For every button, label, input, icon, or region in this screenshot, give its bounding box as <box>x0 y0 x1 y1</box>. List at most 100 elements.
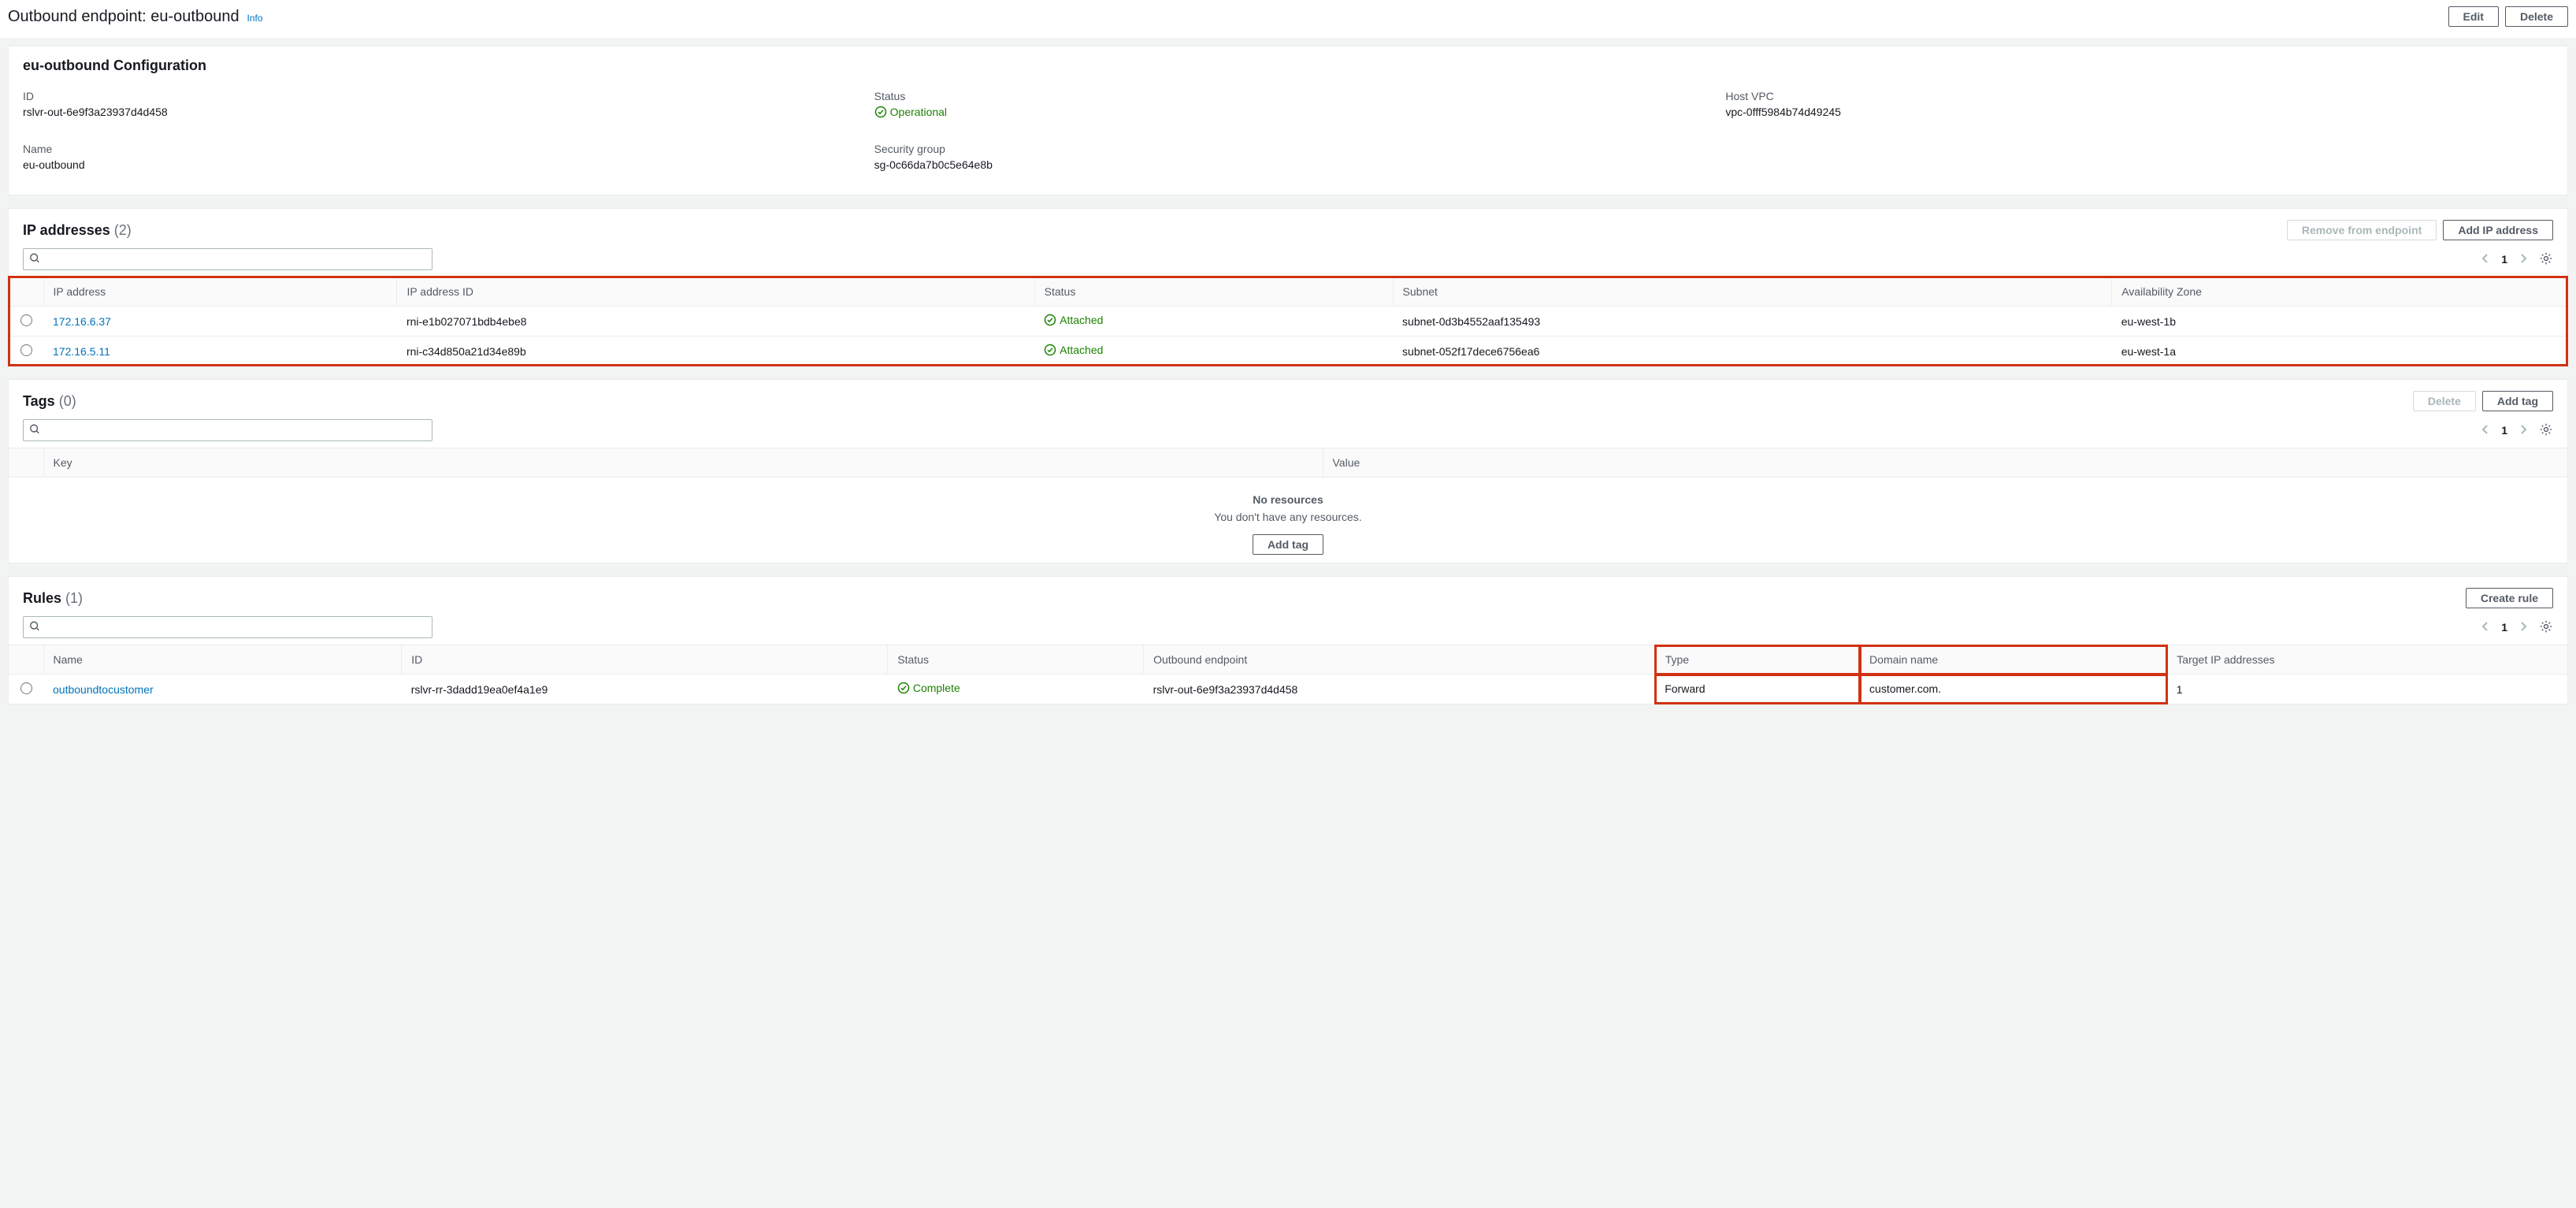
rules-panel: Rules (1) Create rule 1 <box>8 576 2568 704</box>
rules-col-id[interactable]: ID <box>402 645 888 675</box>
config-sg-value: sg-0c66da7b0c5e64e8b <box>874 158 1702 171</box>
config-name: Name eu-outbound <box>23 143 851 177</box>
rule-name-link[interactable]: outboundtocustomer <box>53 683 154 696</box>
table-row: outboundtocustomer rslvr-rr-3dadd19ea0ef… <box>9 675 2567 704</box>
search-icon <box>29 253 40 266</box>
ip-row-radio[interactable] <box>20 314 32 326</box>
config-name-label: Name <box>23 143 851 155</box>
gear-icon[interactable] <box>2539 619 2553 636</box>
config-panel: eu-outbound Configuration ID rslvr-out-6… <box>8 46 2568 195</box>
rules-count: (1) <box>65 590 83 606</box>
ip-col-id[interactable]: IP address ID <box>397 277 1034 307</box>
page-title-wrap: Outbound endpoint: eu-outbound Info <box>8 8 263 26</box>
ip-status: Attached <box>1044 314 1103 326</box>
gear-icon[interactable] <box>2539 422 2553 439</box>
check-circle-icon <box>897 682 910 694</box>
config-status-label: Status <box>874 90 1702 102</box>
ip-az-cell: eu-west-1b <box>2112 307 2567 336</box>
ip-page-num: 1 <box>2501 253 2507 266</box>
ip-search <box>23 248 432 270</box>
chevron-left-icon[interactable] <box>2479 423 2492 438</box>
rules-table: Name ID Status Outbound endpoint Type Do… <box>9 645 2567 704</box>
tags-search <box>23 419 432 441</box>
config-status-value: Operational <box>874 106 947 118</box>
edit-button[interactable]: Edit <box>2448 6 2499 27</box>
page-title-prefix: Outbound endpoint: <box>8 8 150 25</box>
rules-col-type[interactable]: Type <box>1655 645 1860 675</box>
tags-panel: Tags (0) Delete Add tag 1 Key Value <box>8 379 2568 563</box>
tags-empty-msg: You don't have any resources. <box>9 511 2567 523</box>
ip-col-address[interactable]: IP address <box>43 277 397 307</box>
check-circle-icon <box>874 106 887 118</box>
ip-pagination: 1 <box>2479 251 2553 268</box>
config-id-value: rslvr-out-6e9f3a23937d4d458 <box>23 106 851 118</box>
rule-status-text: Complete <box>913 682 960 694</box>
tags-empty: No resources You don't have any resource… <box>9 478 2567 563</box>
tags-search-input[interactable] <box>23 419 432 441</box>
tags-col-key[interactable]: Key <box>43 448 1323 478</box>
rules-page-num: 1 <box>2501 621 2507 634</box>
info-link[interactable]: Info <box>247 13 262 24</box>
rules-pagination: 1 <box>2479 619 2553 636</box>
tags-add-button[interactable]: Add tag <box>2482 391 2553 411</box>
chevron-right-icon[interactable] <box>2517 252 2530 267</box>
tags-table: Key Value <box>9 448 2567 478</box>
rules-col-name[interactable]: Name <box>43 645 402 675</box>
config-status: Status Operational <box>874 90 1702 127</box>
ip-panel: IP addresses (2) Remove from endpoint Ad… <box>8 208 2568 366</box>
ip-search-input[interactable] <box>23 248 432 270</box>
rules-search-input[interactable] <box>23 616 432 638</box>
chevron-right-icon[interactable] <box>2517 423 2530 438</box>
ip-status: Attached <box>1044 344 1103 356</box>
ip-id-cell: rni-c34d850a21d34e89b <box>397 336 1034 366</box>
config-hostvpc-label: Host VPC <box>1725 90 2553 102</box>
ip-title-text: IP addresses <box>23 222 110 238</box>
tags-count: (0) <box>59 393 76 409</box>
ip-col-az[interactable]: Availability Zone <box>2112 277 2567 307</box>
rules-title: Rules (1) <box>23 590 83 607</box>
rules-col-domain[interactable]: Domain name <box>1860 645 2167 675</box>
gear-icon[interactable] <box>2539 251 2553 268</box>
delete-button[interactable]: Delete <box>2505 6 2568 27</box>
search-icon <box>29 621 40 634</box>
config-title: eu-outbound Configuration <box>23 58 206 74</box>
rule-id-cell: rslvr-rr-3dadd19ea0ef4a1e9 <box>402 675 888 704</box>
ip-id-cell: rni-e1b027071bdb4ebe8 <box>397 307 1034 336</box>
rules-col-outbound[interactable]: Outbound endpoint <box>1144 645 1656 675</box>
check-circle-icon <box>1044 344 1056 356</box>
ip-link[interactable]: 172.16.5.11 <box>53 345 110 358</box>
ip-count: (2) <box>114 222 132 238</box>
rules-col-targets[interactable]: Target IP addresses <box>2167 645 2567 675</box>
chevron-right-icon[interactable] <box>2517 620 2530 635</box>
remove-ip-button[interactable]: Remove from endpoint <box>2287 220 2437 240</box>
rule-row-radio[interactable] <box>20 682 32 694</box>
check-circle-icon <box>1044 314 1056 326</box>
tags-empty-add-button[interactable]: Add tag <box>1253 534 1323 555</box>
chevron-left-icon[interactable] <box>2479 252 2492 267</box>
create-rule-button[interactable]: Create rule <box>2466 588 2553 608</box>
add-ip-button[interactable]: Add IP address <box>2443 220 2553 240</box>
rule-status: Complete <box>897 682 960 694</box>
table-row: 172.16.5.11 rni-c34d850a21d34e89b Attach… <box>9 336 2567 366</box>
rules-col-status[interactable]: Status <box>888 645 1144 675</box>
page-title-name: eu-outbound <box>150 8 239 25</box>
chevron-left-icon[interactable] <box>2479 620 2492 635</box>
ip-table-highlight: IP address IP address ID Status Subnet A… <box>9 277 2567 366</box>
tags-title-text: Tags <box>23 393 55 409</box>
rule-outbound-cell: rslvr-out-6e9f3a23937d4d458 <box>1144 675 1656 704</box>
tags-col-value[interactable]: Value <box>1323 448 2567 478</box>
table-row: 172.16.6.37 rni-e1b027071bdb4ebe8 Attach… <box>9 307 2567 336</box>
ip-subnet-cell: subnet-052f17dece6756ea6 <box>1393 336 2112 366</box>
tags-pagination: 1 <box>2479 422 2553 439</box>
ip-col-subnet[interactable]: Subnet <box>1393 277 2112 307</box>
ip-table: IP address IP address ID Status Subnet A… <box>9 277 2567 366</box>
ip-title: IP addresses (2) <box>23 222 132 239</box>
tags-delete-button[interactable]: Delete <box>2413 391 2476 411</box>
ip-row-radio[interactable] <box>20 344 32 356</box>
search-icon <box>29 424 40 437</box>
ip-link[interactable]: 172.16.6.37 <box>53 315 111 328</box>
header-actions: Edit Delete <box>2448 6 2568 27</box>
config-hostvpc: Host VPC vpc-0fff5984b74d49245 <box>1725 90 2553 127</box>
ip-col-status[interactable]: Status <box>1034 277 1393 307</box>
config-id: ID rslvr-out-6e9f3a23937d4d458 <box>23 90 851 127</box>
